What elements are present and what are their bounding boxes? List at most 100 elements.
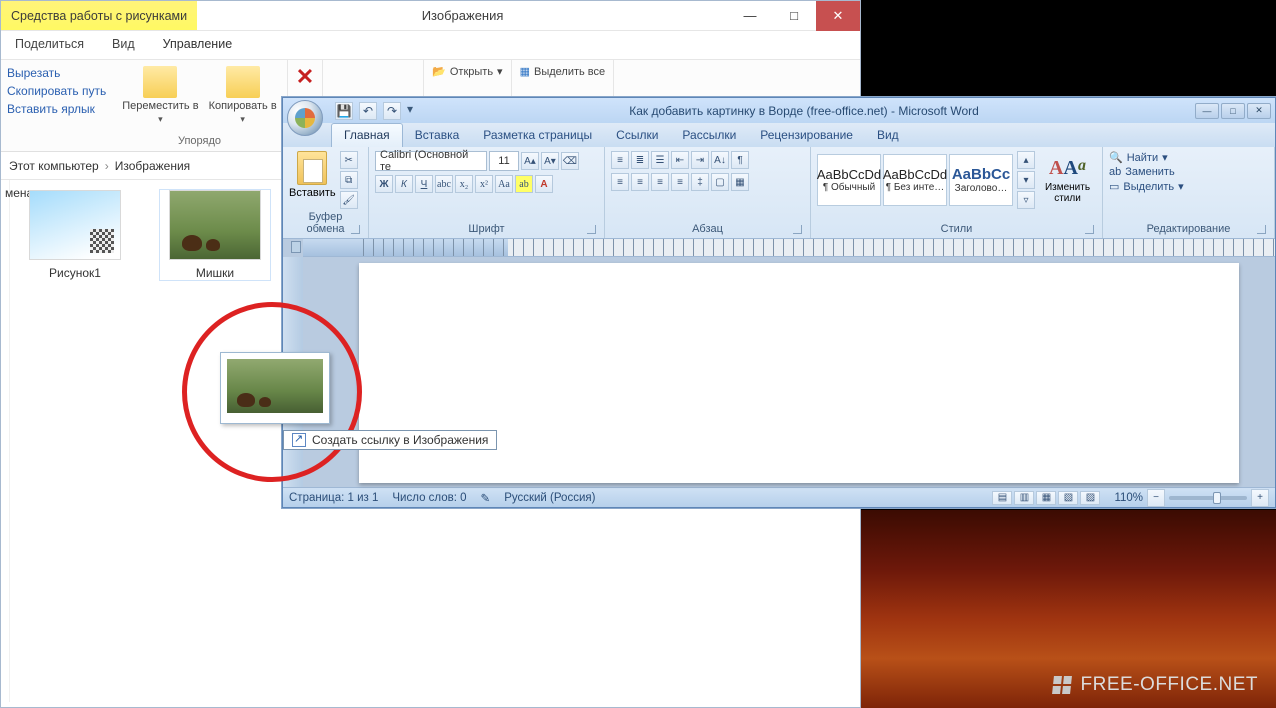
font-name-combo[interactable]: Calibri (Основной те xyxy=(375,151,487,171)
tab-review[interactable]: Рецензирование xyxy=(748,124,865,147)
vertical-ruler[interactable] xyxy=(283,257,303,487)
select-button[interactable]: ▭Выделить ▾ xyxy=(1109,180,1268,193)
tab-view[interactable]: Вид xyxy=(865,124,911,147)
view-full-reading[interactable]: ▥ xyxy=(1014,491,1034,505)
superscript-button[interactable]: x² xyxy=(475,175,493,193)
bullets-button[interactable]: ≡ xyxy=(611,151,629,169)
strikethrough-button[interactable]: abc xyxy=(435,175,453,193)
qat-undo-button[interactable]: ↶ xyxy=(359,102,377,120)
tab-home[interactable]: Главная xyxy=(331,123,403,147)
styles-up[interactable]: ▴ xyxy=(1017,151,1035,169)
paste-button[interactable]: Вставить xyxy=(289,151,336,209)
replace-button[interactable]: abЗаменить xyxy=(1109,166,1268,178)
zoom-slider[interactable] xyxy=(1169,496,1247,500)
view-web-layout[interactable]: ▦ xyxy=(1036,491,1056,505)
word-close-button[interactable]: ✕ xyxy=(1247,103,1271,119)
paragraph-group-label: Абзац xyxy=(611,221,804,238)
grow-font-button[interactable]: A▴ xyxy=(521,152,539,170)
italic-button[interactable]: К xyxy=(395,175,413,193)
highlight-button[interactable]: ab xyxy=(515,175,533,193)
zoom-out-button[interactable]: − xyxy=(1147,489,1165,507)
copy-path-link[interactable]: Скопировать путь xyxy=(7,84,106,98)
cut-link[interactable]: Вырезать xyxy=(7,66,106,80)
cut-button[interactable]: ✂ xyxy=(340,151,358,169)
document-page[interactable] xyxy=(359,263,1239,483)
breadcrumb-folder[interactable]: Изображения xyxy=(115,159,190,173)
open-button[interactable]: 📂Открыть ▾ xyxy=(432,64,502,79)
find-button[interactable]: 🔍Найти ▾ xyxy=(1109,151,1268,164)
show-marks-button[interactable]: ¶ xyxy=(731,151,749,169)
shading-button[interactable]: ▢ xyxy=(711,173,729,191)
file-item[interactable]: Мишки xyxy=(160,190,270,280)
change-case-button[interactable]: Aa xyxy=(495,175,513,193)
ruler-corner[interactable] xyxy=(291,241,301,253)
styles-scroll[interactable]: ▴ ▾ ▿ xyxy=(1017,151,1035,209)
style-normal[interactable]: AaBbCcDd ¶ Обычный xyxy=(817,154,881,206)
qat-redo-button[interactable]: ↷ xyxy=(383,102,401,120)
explorer-tab-view[interactable]: Вид xyxy=(98,31,149,59)
explorer-context-tab[interactable]: Средства работы с рисунками xyxy=(1,1,197,30)
move-to-button[interactable]: Переместить в ▾ xyxy=(120,64,200,127)
zoom-in-button[interactable]: + xyxy=(1251,489,1269,507)
horizontal-ruler[interactable] xyxy=(303,239,1275,257)
align-right-button[interactable]: ≡ xyxy=(651,173,669,191)
styles-more[interactable]: ▿ xyxy=(1017,191,1035,209)
font-color-button[interactable]: A xyxy=(535,175,553,193)
zoom-control[interactable]: 110% − + xyxy=(1114,489,1269,507)
explorer-close-button[interactable]: ✕ xyxy=(816,1,860,31)
change-styles-button[interactable]: AAa Изменить стили xyxy=(1039,157,1096,204)
copy-button[interactable]: ⧉ xyxy=(340,171,358,189)
watermark-text: FREE-OFFICE.NET xyxy=(1081,674,1258,696)
tab-layout[interactable]: Разметка страницы xyxy=(471,124,604,147)
word-maximize-button[interactable]: □ xyxy=(1221,103,1245,119)
word-minimize-button[interactable]: — xyxy=(1195,103,1219,119)
format-painter-button[interactable]: 🖌 xyxy=(340,191,358,209)
style-no-spacing[interactable]: AaBbCcDd ¶ Без инте… xyxy=(883,154,947,206)
line-spacing-button[interactable]: ‡ xyxy=(691,173,709,191)
tab-references[interactable]: Ссылки xyxy=(604,124,670,147)
tab-insert[interactable]: Вставка xyxy=(403,124,472,147)
style-heading1[interactable]: AaBbCc Заголово… xyxy=(949,154,1013,206)
explorer-tab-share[interactable]: Поделиться xyxy=(1,31,98,59)
bold-button[interactable]: Ж xyxy=(375,175,393,193)
breadcrumb-root[interactable]: Этот компьютер xyxy=(9,159,99,173)
tab-mailings[interactable]: Рассылки xyxy=(670,124,748,147)
qat-save-button[interactable]: 💾 xyxy=(335,102,353,120)
explorer-tab-manage[interactable]: Управление xyxy=(149,31,247,59)
office-button[interactable] xyxy=(287,100,323,136)
word-titlebar[interactable]: 💾 ↶ ↷ ▾ Как добавить картинку в Ворде (f… xyxy=(283,98,1275,123)
select-all-button[interactable]: ▦Выделить все xyxy=(520,64,606,79)
file-item[interactable]: Рисунок1 xyxy=(20,190,130,280)
explorer-sidebar[interactable]: мена xyxy=(1,180,10,702)
styles-down[interactable]: ▾ xyxy=(1017,171,1035,189)
select-all-label: Выделить все xyxy=(534,66,605,78)
explorer-titlebar[interactable]: Средства работы с рисунками Изображения … xyxy=(1,1,860,31)
align-center-button[interactable]: ≡ xyxy=(631,173,649,191)
status-page[interactable]: Страница: 1 из 1 xyxy=(289,492,378,504)
status-language[interactable]: Русский (Россия) xyxy=(504,492,595,504)
font-name-value: Calibri (Основной те xyxy=(380,149,482,173)
underline-button[interactable]: Ч xyxy=(415,175,433,193)
font-size-combo[interactable]: 11 xyxy=(489,151,519,171)
view-draft[interactable]: ▨ xyxy=(1080,491,1100,505)
view-outline[interactable]: ▧ xyxy=(1058,491,1078,505)
shrink-font-button[interactable]: A▾ xyxy=(541,152,559,170)
justify-button[interactable]: ≡ xyxy=(671,173,689,191)
explorer-minimize-button[interactable]: — xyxy=(728,1,772,31)
borders-button[interactable]: ▦ xyxy=(731,173,749,191)
view-print-layout[interactable]: ▤ xyxy=(992,491,1012,505)
copy-to-button[interactable]: Копировать в ▾ xyxy=(207,64,279,127)
paste-shortcut-link[interactable]: Вставить ярлык xyxy=(7,102,106,116)
clear-formatting-button[interactable]: ⌫ xyxy=(561,152,579,170)
spellcheck-icon[interactable]: ✎ xyxy=(481,491,491,505)
subscript-button[interactable]: x₂ xyxy=(455,175,473,193)
explorer-maximize-button[interactable]: □ xyxy=(772,1,816,31)
multilevel-button[interactable]: ☰ xyxy=(651,151,669,169)
decrease-indent-button[interactable]: ⇤ xyxy=(671,151,689,169)
increase-indent-button[interactable]: ⇥ xyxy=(691,151,709,169)
delete-x-icon[interactable]: ✕ xyxy=(296,64,314,90)
numbering-button[interactable]: ≣ xyxy=(631,151,649,169)
sort-button[interactable]: A↓ xyxy=(711,151,729,169)
align-left-button[interactable]: ≡ xyxy=(611,173,629,191)
status-words[interactable]: Число слов: 0 xyxy=(392,492,466,504)
